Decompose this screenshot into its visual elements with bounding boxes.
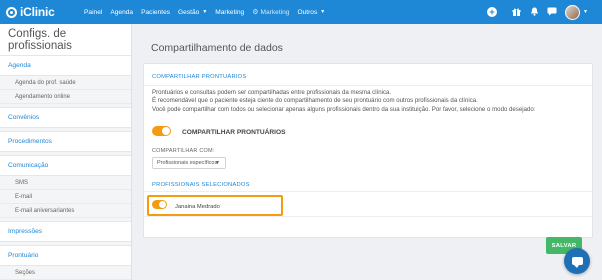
bell-icon[interactable]	[529, 7, 539, 18]
share-records-toggle[interactable]	[152, 126, 171, 136]
main-nav: Painel Agenda Pacientes Gestão ▼ Marketin…	[84, 8, 333, 17]
top-icons: + ▼	[487, 0, 602, 24]
selected-professionals-title: PROFISSIONAIS SELECIONADOS	[152, 182, 250, 188]
divider	[144, 191, 592, 192]
sidebar-section-impressoes[interactable]: Impressões	[0, 222, 131, 242]
section-title: COMPARTILHAR PRONTUÁRIOS	[144, 68, 592, 86]
support-chat-button[interactable]	[564, 248, 590, 274]
chevron-down-icon: ▼	[320, 9, 326, 15]
sidebar-item-agenda-prof[interactable]: Agenda do prof. saúde	[0, 76, 131, 90]
sidebar-title: Configs. de profissionais	[0, 24, 131, 56]
gear-icon: ⚙	[252, 9, 259, 16]
nav-marketing-settings[interactable]: ⚙ Marketing	[252, 8, 290, 17]
share-records-label: COMPARTILHAR PRONTUÁRIOS	[182, 129, 286, 136]
chat-icon	[571, 257, 583, 268]
professional-name: Janaina Medrado	[175, 204, 220, 210]
nav-agenda[interactable]: Agenda	[110, 9, 133, 16]
nav-marketing[interactable]: Marketing	[215, 9, 244, 16]
avatar[interactable]	[565, 4, 581, 20]
sidebar-item-email-aniversariantes[interactable]: E-mail aniversariantes	[0, 204, 131, 218]
nav-pacientes[interactable]: Pacientes	[141, 9, 170, 16]
description: Prontuários e consultas podem ser compar…	[152, 89, 592, 114]
sidebar-section-prontuario[interactable]: Prontuário	[0, 246, 131, 266]
sidebar-item-agendamento-online[interactable]: Agendamento online	[0, 90, 131, 104]
description-line: É recomendável que o paciente esteja cie…	[152, 97, 478, 105]
description-line: Prontuários e consultas podem ser compar…	[152, 89, 392, 96]
logo-icon	[6, 6, 17, 18]
description-line: Você pode compartilhar com todos ou sele…	[152, 105, 536, 113]
chevron-down-icon[interactable]: ▼	[583, 9, 588, 15]
sidebar-item-sms[interactable]: SMS	[0, 176, 131, 190]
share-with-value: Profissionais específicos	[157, 160, 218, 166]
sidebar-section-comunicacao[interactable]: Comunicação	[0, 156, 131, 176]
nav-gestao-label: Gestão	[178, 8, 200, 16]
professional-toggle[interactable]	[152, 200, 167, 209]
page-title: Compartilhamento de dados	[151, 42, 283, 54]
divider	[144, 216, 592, 217]
nav-painel[interactable]: Painel	[84, 9, 102, 16]
chat-icon[interactable]	[547, 7, 557, 18]
nav-marketing-settings-label: Marketing	[260, 8, 290, 16]
chevron-down-icon: ▼	[215, 160, 220, 166]
chevron-down-icon: ▼	[202, 9, 208, 15]
top-navbar: iClinic Painel Agenda Pacientes Gestão ▼ …	[0, 0, 602, 24]
nav-outros-label: Outros	[297, 8, 318, 16]
logo-text: iClinic	[20, 5, 55, 19]
sidebar-section-agenda[interactable]: Agenda	[0, 56, 131, 76]
sidebar-section-convenios[interactable]: Convênios	[0, 108, 131, 128]
share-with-label: COMPARTILHAR COM:	[152, 148, 215, 154]
sidebar-item-email[interactable]: E-mail	[0, 190, 131, 204]
settings-sidebar: Configs. de profissionais Agenda Agenda …	[0, 24, 132, 280]
sidebar-section-procedimentos[interactable]: Procedimentos	[0, 132, 131, 152]
sidebar-item-secoes[interactable]: Seções	[0, 266, 131, 280]
gift-icon[interactable]	[511, 7, 521, 18]
nav-outros[interactable]: Outros ▼	[297, 9, 325, 16]
app-logo[interactable]: iClinic	[6, 5, 76, 19]
share-with-select[interactable]: Profissionais específicos ▼	[152, 157, 226, 169]
nav-gestao[interactable]: Gestão ▼	[178, 9, 207, 16]
toggle-knob	[162, 127, 170, 135]
toggle-knob	[159, 201, 166, 208]
professional-row: Janaina Medrado	[147, 195, 283, 216]
plus-icon[interactable]: +	[487, 7, 498, 17]
